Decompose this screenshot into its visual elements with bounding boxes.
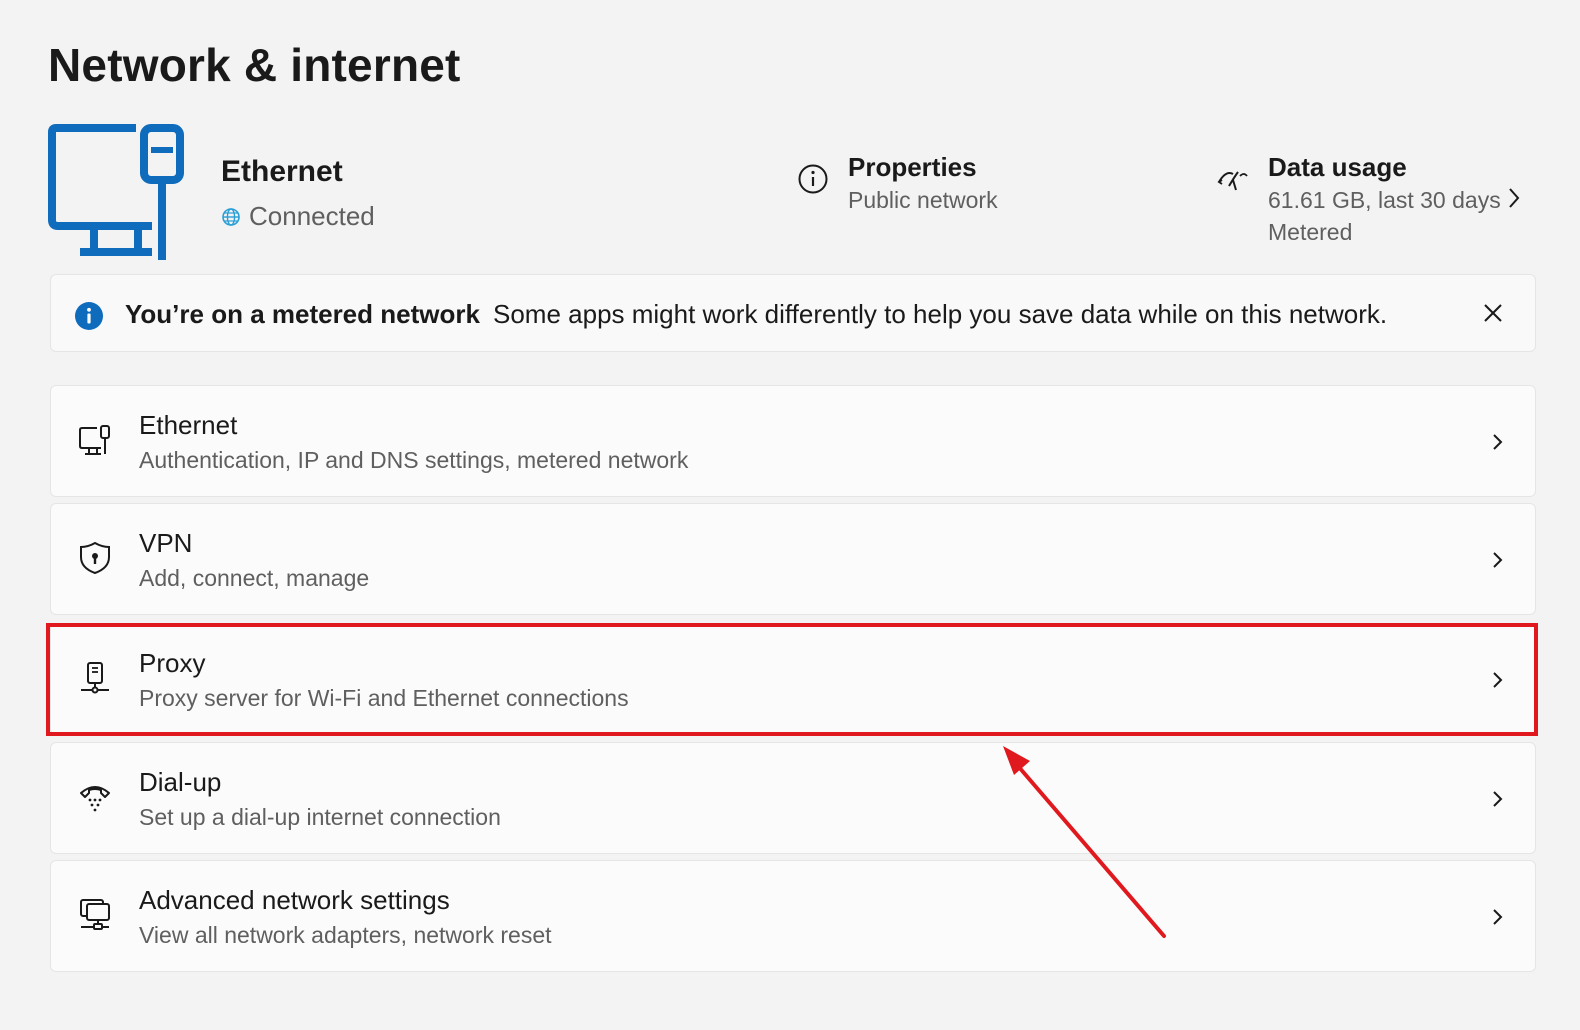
properties-link[interactable]: Properties Public network [796, 150, 998, 216]
chevron-right-icon [1493, 434, 1503, 450]
connection-name: Ethernet [221, 155, 343, 188]
connection-status-text: Connected [249, 201, 375, 231]
settings-card-proxy[interactable]: Proxy Proxy server for Wi-Fi and Etherne… [50, 623, 1536, 735]
advanced-network-icon [80, 899, 110, 930]
metered-network-infobar: You’re on a metered network Some apps mi… [50, 274, 1536, 352]
connection-status: Connected [221, 201, 375, 232]
card-title: Ethernet [139, 410, 238, 440]
data-usage-title: Data usage [1268, 152, 1407, 182]
card-subtitle: View all network adapters, network reset [139, 922, 552, 948]
card-title: Dial-up [139, 767, 222, 797]
settings-card-advanced-network[interactable]: Advanced network settings View all netwo… [50, 860, 1536, 972]
card-title: Advanced network settings [139, 885, 450, 915]
infobar-close-button[interactable] [1477, 297, 1509, 329]
page-title: Network & internet [48, 39, 461, 91]
card-title: VPN [139, 528, 193, 558]
data-usage-amount: 61.61 GB, last 30 days [1268, 187, 1501, 213]
settings-card-ethernet[interactable]: Ethernet Authentication, IP and DNS sett… [50, 385, 1536, 497]
globe-icon [222, 207, 240, 226]
settings-card-vpn[interactable]: VPN Add, connect, manage [50, 503, 1536, 615]
data-usage-link[interactable]: Data usage 61.61 GB, last 30 days Metere… [1216, 150, 1501, 248]
info-filled-icon [75, 302, 103, 330]
shield-icon [80, 541, 110, 575]
infobar-title: You’re on a metered network [125, 299, 480, 329]
properties-title: Properties [848, 152, 977, 182]
card-subtitle: Add, connect, manage [139, 565, 370, 591]
chevron-right-icon [1493, 909, 1503, 925]
proxy-icon [81, 662, 109, 694]
info-outline-icon [798, 164, 828, 194]
infobar-message: Some apps might work differently to help… [493, 299, 1388, 329]
ethernet-monitor-icon [48, 124, 184, 260]
card-subtitle: Set up a dial-up internet connection [139, 804, 501, 830]
card-title: Proxy [139, 648, 206, 678]
close-icon [1484, 304, 1502, 322]
settings-card-dial-up[interactable]: Dial-up Set up a dial-up internet connec… [50, 742, 1536, 854]
card-subtitle: Proxy server for Wi-Fi and Ethernet conn… [139, 685, 629, 711]
ethernet-icon [79, 425, 110, 455]
chevron-right-icon [1493, 791, 1503, 807]
dialup-icon [80, 786, 110, 812]
data-usage-metered: Metered [1268, 219, 1353, 245]
chevron-right-icon [1493, 672, 1503, 688]
chevron-right-icon [1493, 552, 1503, 568]
card-subtitle: Authentication, IP and DNS settings, met… [139, 447, 689, 473]
data-usage-icon [1217, 171, 1248, 191]
properties-subtitle: Public network [848, 187, 998, 213]
chevron-right-icon[interactable] [1503, 185, 1525, 211]
